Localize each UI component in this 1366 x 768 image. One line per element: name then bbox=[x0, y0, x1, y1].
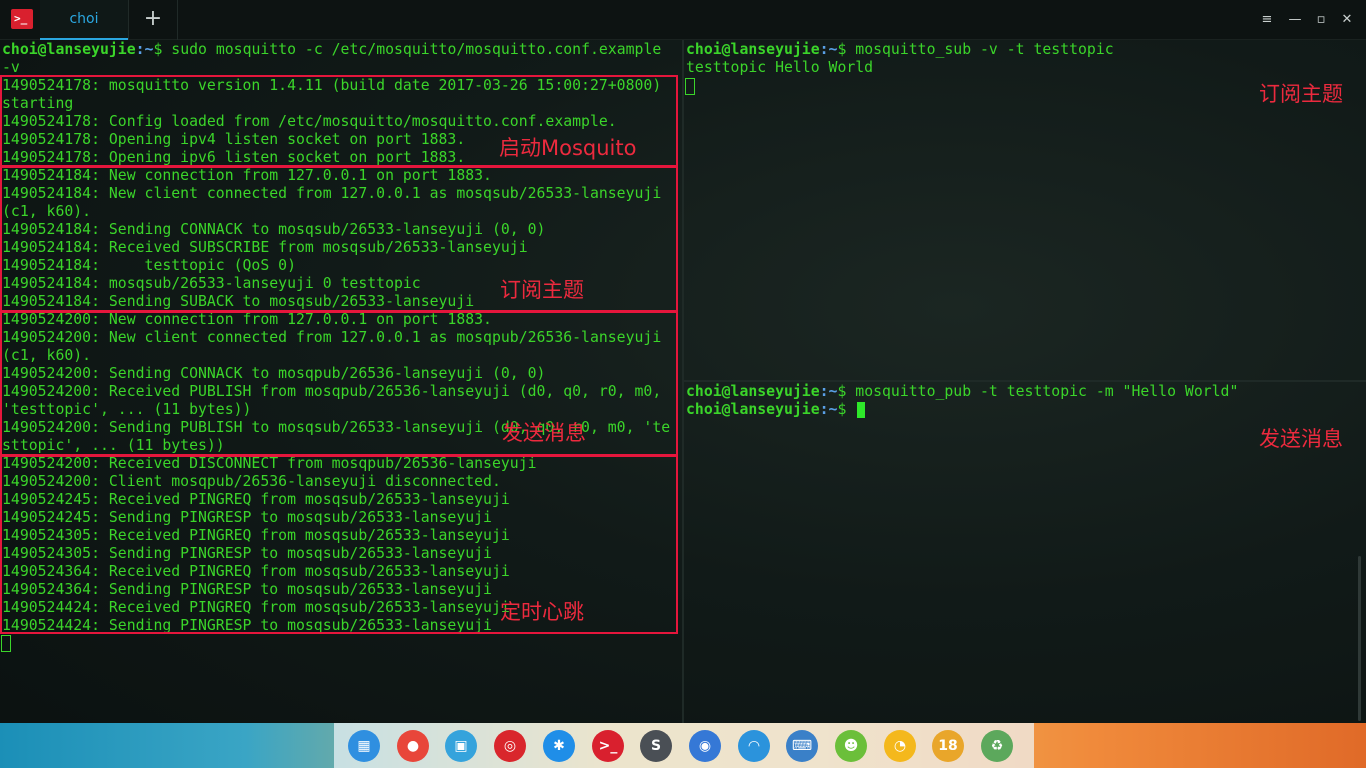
annotation-label-right-publish: 发送消息 bbox=[1259, 427, 1343, 451]
terminal-cursor bbox=[857, 402, 865, 418]
scrollbar[interactable] bbox=[1358, 556, 1361, 721]
tab-label: choi bbox=[69, 11, 99, 27]
title-bar: >_ choi + ≡ — ▫ ✕ bbox=[0, 0, 1366, 40]
maximize-icon[interactable]: ▫ bbox=[1311, 10, 1331, 30]
android-icon[interactable]: ☻ bbox=[835, 730, 867, 762]
prompt-path: :~ bbox=[819, 383, 838, 400]
add-tab-button[interactable]: + bbox=[140, 6, 166, 32]
prompt-user: choi@lanseyujie bbox=[686, 41, 820, 58]
terminal-cursor bbox=[1, 635, 11, 652]
prompt-path: :~ bbox=[819, 401, 838, 418]
prompt-path: :~ bbox=[135, 41, 154, 58]
tab-separator bbox=[177, 0, 178, 40]
command-text: mosquitto_pub -t testtopic -m "Hello Wor… bbox=[846, 383, 1239, 400]
launcher-icon[interactable]: ▦ bbox=[348, 730, 380, 762]
annotation-label-right-subscribe: 订阅主题 bbox=[1259, 82, 1343, 106]
dingtalk-icon[interactable]: ✱ bbox=[543, 730, 575, 762]
command-text: sudo mosquitto -c /etc/mosquitto/mosquit… bbox=[162, 41, 662, 58]
browser-icon[interactable]: ◉ bbox=[689, 730, 721, 762]
prompt-line: choi@lanseyujie:~$ sudo mosquitto -c /et… bbox=[2, 41, 661, 59]
annotation-label-subscribe: 订阅主题 bbox=[500, 278, 584, 302]
emoji-icon[interactable]: ◔ bbox=[884, 730, 916, 762]
close-icon[interactable]: ✕ bbox=[1337, 10, 1357, 30]
prompt-user: choi@lanseyujie bbox=[686, 383, 820, 400]
command-text: mosquitto_sub -v -t testtopic bbox=[846, 41, 1114, 58]
prompt-symbol: $ bbox=[837, 401, 847, 418]
clock-icon[interactable]: 18 bbox=[932, 730, 964, 762]
terminal-app-icon[interactable]: >_ bbox=[11, 9, 33, 29]
subscribe-output: testtopic Hello World bbox=[686, 59, 874, 76]
tab-separator bbox=[128, 0, 129, 40]
prompt-line: choi@lanseyujie:~$ mosquitto_sub -v -t t… bbox=[686, 41, 1114, 59]
terminal-cursor bbox=[685, 78, 695, 95]
chrome-icon[interactable]: ● bbox=[397, 730, 429, 762]
terminal-icon[interactable]: >_ bbox=[592, 730, 624, 762]
annotation-label-publish: 发送消息 bbox=[502, 421, 586, 445]
prompt-user: choi@lanseyujie bbox=[686, 401, 820, 418]
prompt-user: choi@lanseyujie bbox=[2, 41, 136, 58]
sublime-icon[interactable]: S bbox=[640, 730, 672, 762]
dock bbox=[334, 723, 1034, 768]
keyboard-icon[interactable]: ⌨ bbox=[786, 730, 818, 762]
minimize-icon[interactable]: — bbox=[1285, 10, 1305, 30]
prompt-path: :~ bbox=[819, 41, 838, 58]
file-manager-icon[interactable]: ▣ bbox=[445, 730, 477, 762]
tab-choi[interactable]: choi bbox=[40, 0, 128, 40]
wifi-icon[interactable]: ◠ bbox=[738, 730, 770, 762]
annotation-label-heartbeat: 定时心跳 bbox=[500, 600, 584, 624]
annotation-label-start: 启动Mosquito bbox=[499, 136, 637, 160]
menu-icon[interactable]: ≡ bbox=[1257, 10, 1277, 30]
prompt-line: choi@lanseyujie:~$ mosquitto_pub -t test… bbox=[686, 383, 1238, 401]
prompt-line: choi@lanseyujie:~$ bbox=[686, 401, 846, 419]
trash-icon[interactable]: ♻ bbox=[981, 730, 1013, 762]
netease-music-icon[interactable]: ◎ bbox=[494, 730, 526, 762]
